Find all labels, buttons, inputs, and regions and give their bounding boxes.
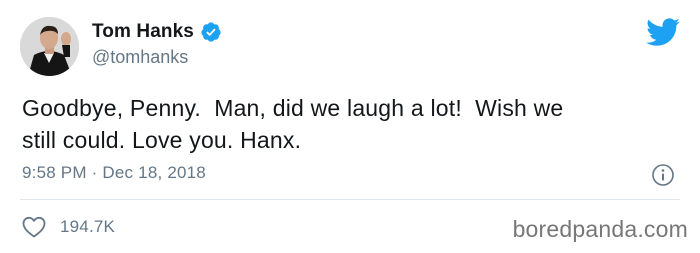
info-icon[interactable] (651, 163, 675, 187)
heart-icon (22, 216, 46, 238)
twitter-bird-icon[interactable] (646, 18, 680, 46)
author-name-row: Tom Hanks (92, 21, 222, 43)
like-button[interactable]: 194.7K (22, 216, 115, 238)
tweet-timestamp[interactable]: 9:58 PM · Dec 18, 2018 (22, 163, 206, 183)
watermark: boredpanda.com (512, 216, 688, 242)
avatar[interactable] (20, 17, 79, 76)
tweet-card: Tom Hanks @tomhanks Goodbye, Penny. Man,… (0, 0, 700, 253)
avatar-photo (20, 17, 79, 76)
divider (20, 199, 680, 200)
tweet-text: Goodbye, Penny. Man, did we laugh a lot!… (22, 95, 564, 153)
like-count: 194.7K (60, 217, 116, 236)
verified-badge-icon (200, 21, 222, 43)
author-handle[interactable]: @tomhanks (92, 47, 188, 68)
author-display-name[interactable]: Tom Hanks (92, 21, 194, 43)
